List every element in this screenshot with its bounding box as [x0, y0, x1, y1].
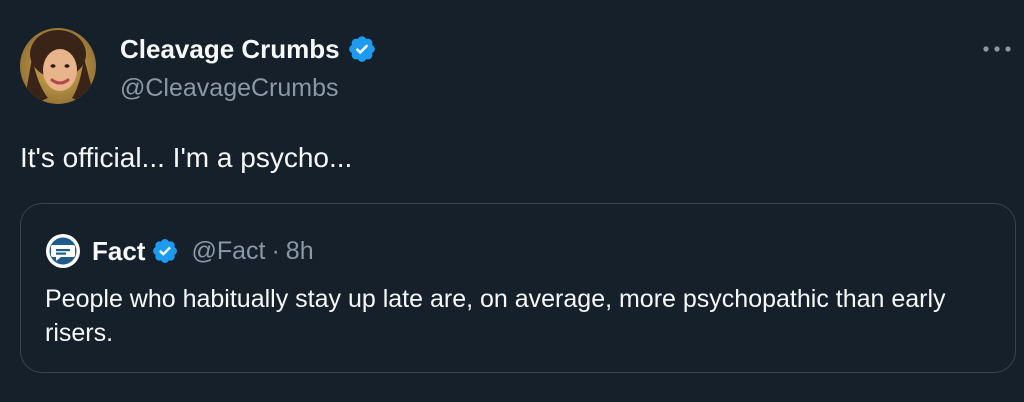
verified-badge-icon[interactable]: [151, 237, 179, 265]
fact-logo-avatar-icon: [46, 234, 80, 268]
quoted-author-name[interactable]: Fact: [92, 236, 145, 267]
author-display-name[interactable]: Cleavage Crumbs: [120, 32, 340, 66]
author-avatar[interactable]: [20, 28, 96, 104]
profile-photo-avatar-icon: [20, 28, 96, 104]
quoted-tweet-text: People who habitually stay up late are, …: [45, 285, 946, 347]
quoted-author-avatar[interactable]: [45, 233, 81, 269]
quoted-tweet-time[interactable]: 8h: [286, 237, 314, 266]
more-options-button[interactable]: [980, 36, 1014, 62]
separator-dot: ·: [271, 236, 280, 265]
quoted-tweet-card[interactable]: Fact @Fact · 8h People who habitually st…: [20, 203, 1016, 373]
tweet-text: It's official... I'm a psycho...: [20, 142, 353, 173]
author-name-row: Cleavage Crumbs: [120, 32, 377, 66]
quoted-author-handle[interactable]: @Fact: [191, 237, 265, 266]
quoted-tweet-header: Fact @Fact · 8h: [92, 233, 314, 269]
more-options-icon: [983, 46, 1011, 52]
verified-badge-icon[interactable]: [347, 34, 377, 64]
author-handle[interactable]: @CleavageCrumbs: [120, 72, 339, 104]
